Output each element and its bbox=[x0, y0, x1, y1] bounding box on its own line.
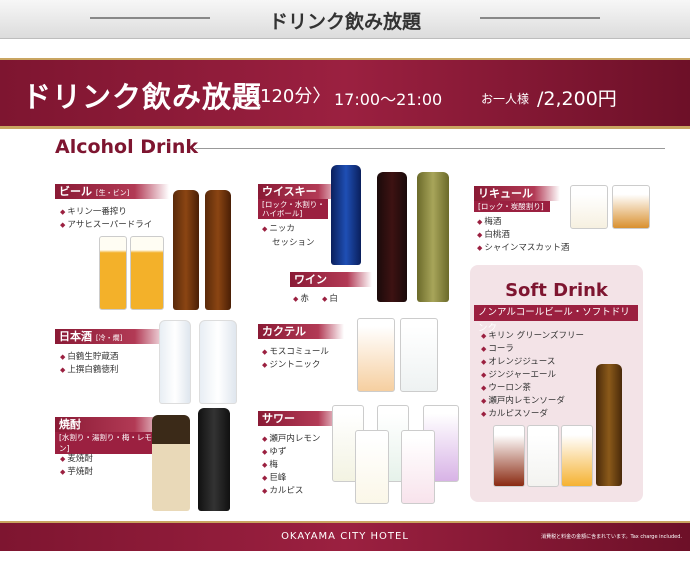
list-item: オレンジジュース bbox=[481, 355, 555, 367]
list-item: 白 bbox=[322, 292, 338, 304]
category-cocktail: カクテル bbox=[258, 324, 344, 339]
list-item: ニッカ bbox=[262, 222, 295, 234]
category-label: ワイン bbox=[294, 273, 327, 286]
category-label: 焼酎 bbox=[59, 418, 81, 431]
category-liqueur: リキュール bbox=[474, 186, 560, 201]
main-banner: ドリンク飲み放題 〈120分〉 17:00〜21:00 お一人様 /2,200円 bbox=[0, 58, 690, 129]
cocktail-glass-image bbox=[357, 318, 395, 392]
list-item: コーラ bbox=[481, 342, 514, 354]
category-note: [冷・燗] bbox=[95, 334, 123, 342]
beer-bottle-image bbox=[173, 190, 199, 310]
section-divider bbox=[195, 148, 665, 149]
footer-bar: OKAYAMA CITY HOTEL 消費税と料金の金額に含まれています。Tax… bbox=[0, 521, 690, 551]
category-note: [水割り・湯割り・梅・レモン] bbox=[55, 432, 157, 454]
list-item: カルピスソーダ bbox=[481, 407, 548, 419]
beer-bottle-image bbox=[205, 190, 231, 310]
category-label: ウイスキー bbox=[262, 185, 317, 198]
price-label: お一人様 bbox=[481, 92, 530, 106]
red-wine-bottle-image bbox=[377, 172, 407, 302]
category-note: [ロック・炭酸割り] bbox=[474, 201, 550, 212]
list-item: 芋焼酎 bbox=[60, 465, 93, 477]
list-item: ゆず bbox=[262, 445, 286, 457]
sake-tokkuri-image bbox=[199, 320, 237, 404]
list-item-continued: セッション bbox=[272, 238, 315, 248]
list-item: 麦焼酎 bbox=[60, 452, 93, 464]
white-wine-bottle-image bbox=[417, 172, 449, 302]
price-value: /2,200円 bbox=[537, 88, 617, 110]
category-note: [生・ビン] bbox=[95, 189, 130, 197]
cocktail-glass-image bbox=[400, 318, 438, 392]
soft-drink-glass-image bbox=[493, 425, 525, 487]
soft-drink-glass-image bbox=[527, 425, 559, 487]
list-item: キリン一番搾り bbox=[60, 205, 127, 217]
banner-duration: 〈120分〉 bbox=[242, 86, 331, 107]
whisky-bottle-image bbox=[331, 165, 361, 265]
category-wine: ワイン bbox=[290, 272, 372, 287]
tax-note: 消費税と料金の金額に含まれています。Tax charge included. bbox=[541, 534, 682, 540]
list-item: 瀬戸内レモンソーダ bbox=[481, 394, 565, 406]
list-item: 赤 bbox=[293, 292, 309, 304]
sake-bottle-image bbox=[159, 320, 191, 404]
list-item: シャインマスカット酒 bbox=[477, 241, 569, 253]
category-beer: ビール [生・ビン] bbox=[55, 184, 169, 199]
list-item: 梅酒 bbox=[477, 215, 501, 227]
list-item: 白鶴生貯蔵酒 bbox=[60, 350, 118, 362]
banner-time: 17:00〜21:00 bbox=[334, 90, 443, 109]
list-item: カルピス bbox=[262, 484, 303, 496]
category-sake: 日本酒 [冷・燗] bbox=[55, 329, 169, 344]
liqueur-glass-image bbox=[570, 185, 608, 229]
banner-title: ドリンク飲み放題 bbox=[22, 80, 263, 114]
list-item: ウーロン茶 bbox=[481, 381, 531, 393]
beer-glass-image bbox=[130, 236, 164, 310]
list-item: アサヒスーパードライ bbox=[60, 218, 152, 230]
liqueur-glass-image bbox=[612, 185, 650, 229]
category-label: カクテル bbox=[262, 325, 306, 338]
category-label: リキュール bbox=[478, 187, 533, 200]
list-item: ジンジャーエール bbox=[481, 368, 556, 380]
list-item: 白桃酒 bbox=[477, 228, 510, 240]
list-item: 梅 bbox=[262, 458, 278, 470]
shochu-bottle-image bbox=[198, 408, 230, 511]
sour-glass-image bbox=[401, 430, 435, 504]
shochu-bottle-image bbox=[152, 415, 190, 511]
list-item: ジントニック bbox=[262, 358, 320, 370]
header-title: ドリンク飲み放題 bbox=[268, 11, 421, 33]
category-label: ビール bbox=[59, 185, 92, 198]
top-header-bar: ドリンク飲み放題 bbox=[0, 0, 690, 39]
list-item: 巨峰 bbox=[262, 471, 286, 483]
category-label: 日本酒 bbox=[59, 330, 92, 343]
list-item: 瀬戸内レモン bbox=[262, 432, 320, 444]
list-item: モスコミュール bbox=[262, 345, 329, 357]
category-label: サワー bbox=[262, 412, 295, 425]
soft-drink-category: ノンアルコールビール・ソフトドリンク bbox=[474, 305, 638, 334]
soft-drink-glass-image bbox=[561, 425, 593, 487]
list-item: キリン グリーンズフリー bbox=[481, 329, 584, 341]
non-alcohol-beer-bottle-image bbox=[596, 364, 622, 486]
list-item: 上撰白鶴徳利 bbox=[60, 363, 118, 375]
alcohol-section-title: Alcohol Drink bbox=[55, 136, 199, 158]
sour-glass-image bbox=[355, 430, 389, 504]
category-note: ハイボール] bbox=[258, 208, 328, 219]
beer-glass-image bbox=[99, 236, 127, 310]
soft-drink-title: Soft Drink bbox=[505, 280, 608, 301]
